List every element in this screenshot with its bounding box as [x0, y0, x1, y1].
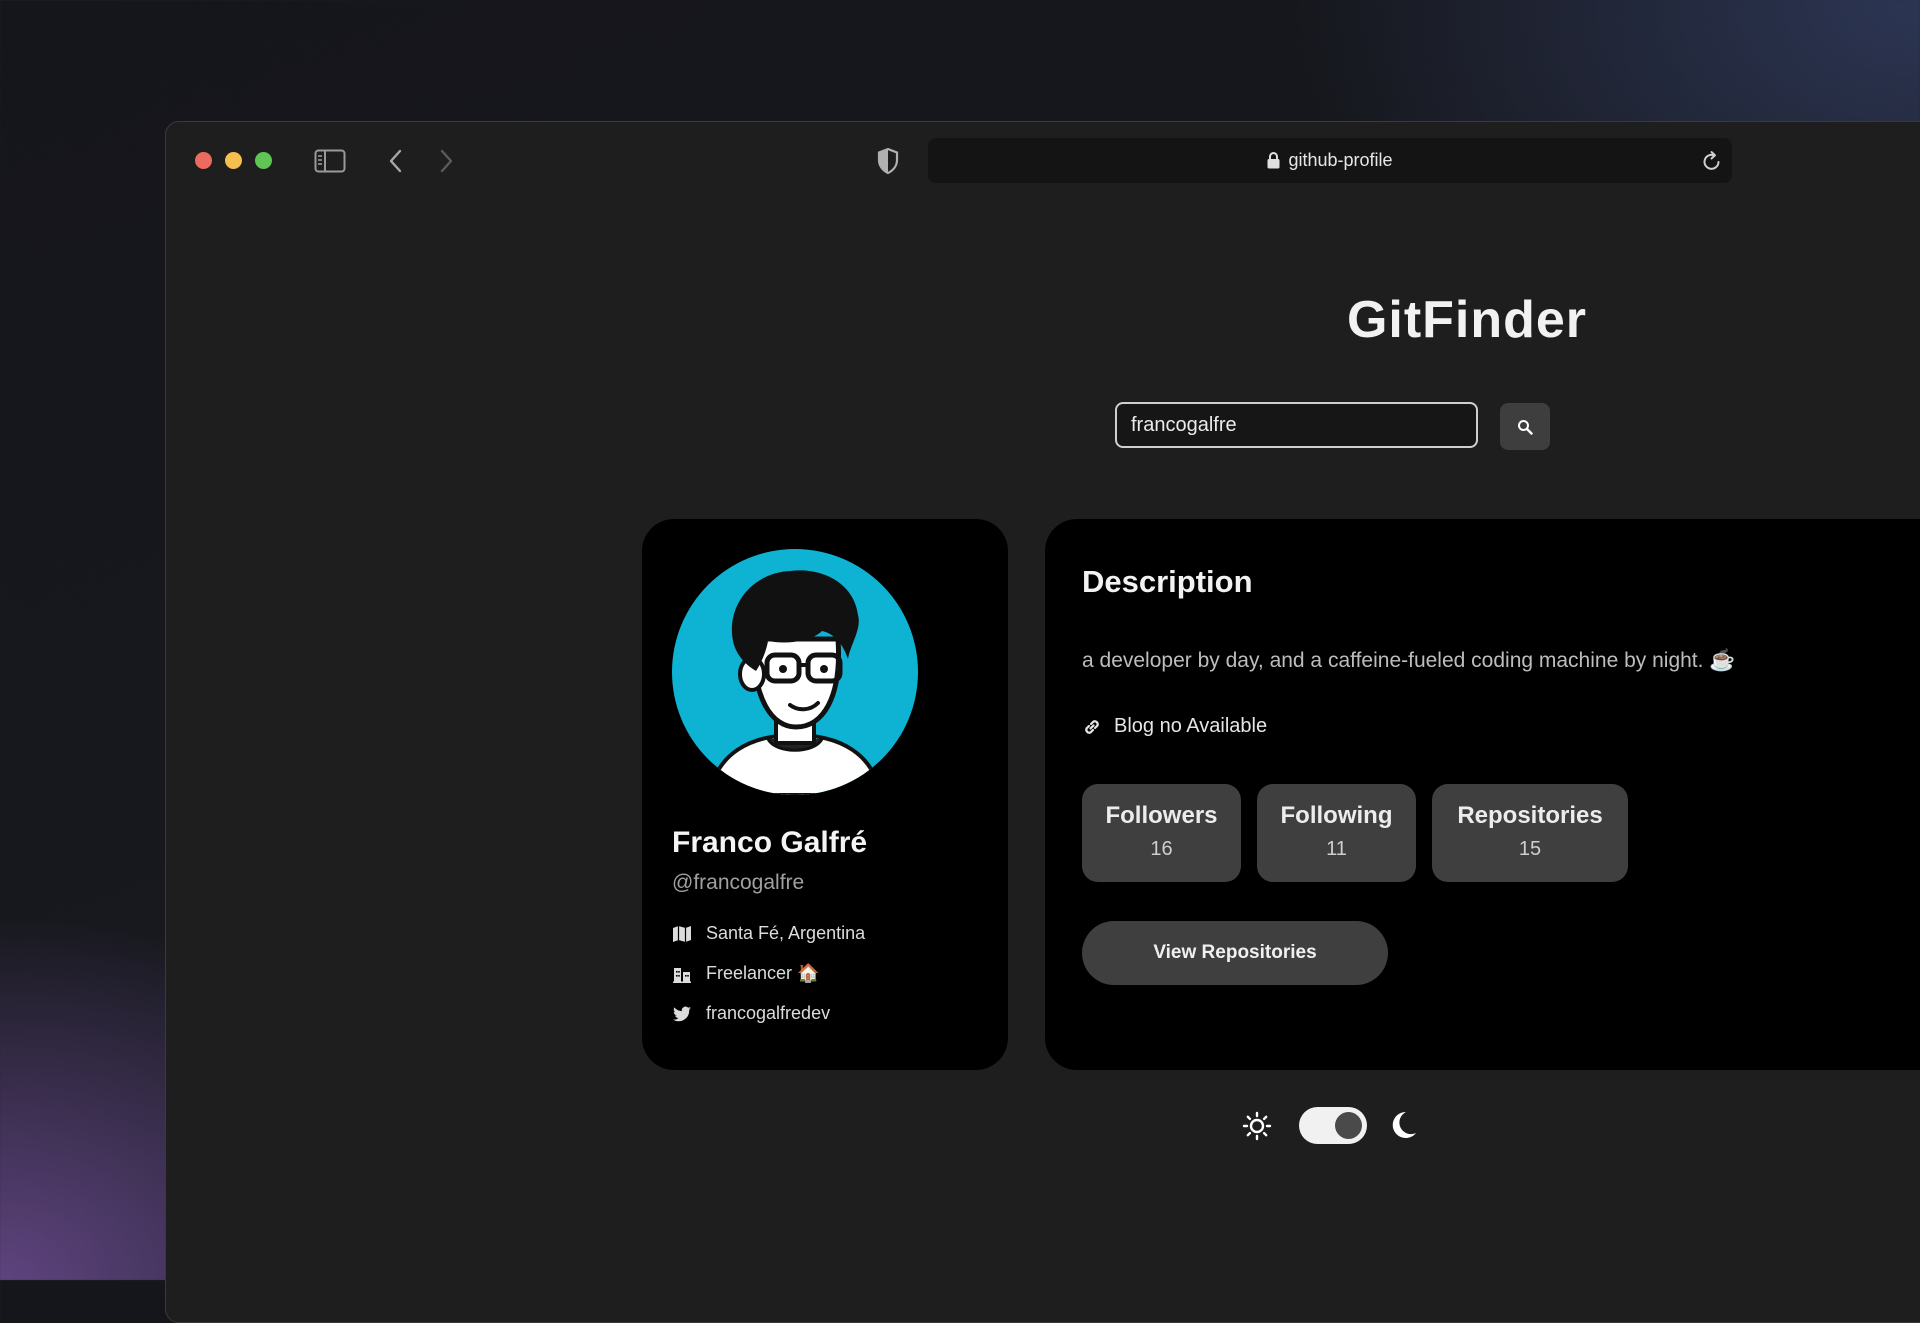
avatar — [672, 549, 918, 795]
lock-icon — [1267, 152, 1280, 169]
repositories-count: 15 — [1518, 838, 1542, 860]
theme-toggle-switch[interactable] — [1299, 1107, 1367, 1144]
location-text: Santa Fé, Argentina — [706, 923, 866, 943]
repositories-stat: Repositories 15 — [1432, 784, 1628, 882]
repositories-label: Repositories — [1457, 802, 1603, 829]
twitter-text[interactable]: francogalfredev — [706, 1003, 830, 1024]
details-card: Description a developer by day, and a ca… — [1045, 519, 1920, 1070]
twitter-icon — [673, 1006, 691, 1021]
browser-window: github-profile GitFinder francogalfre Fr… — [165, 121, 1920, 1323]
following-count: 11 — [1326, 838, 1347, 860]
sidebar-toggle-icon[interactable] — [314, 149, 346, 173]
followers-label: Followers — [1105, 802, 1218, 829]
moon-icon[interactable] — [1388, 1109, 1418, 1141]
reload-icon[interactable] — [1702, 150, 1722, 172]
bio-text: a developer by day, and a caffeine-fuele… — [1082, 649, 1736, 672]
profile-card: Franco Galfré @francogalfre Santa Fé, Ar… — [642, 519, 1008, 1070]
following-stat: Following 11 — [1257, 784, 1416, 882]
toggle-knob — [1335, 1112, 1362, 1139]
privacy-shield-icon[interactable] — [876, 147, 900, 175]
maximize-window-button[interactable] — [255, 152, 272, 169]
minimize-window-button[interactable] — [225, 152, 242, 169]
link-icon — [1085, 719, 1099, 734]
blog-row: Blog no Available — [1082, 715, 1267, 738]
url-text: github-profile — [1288, 150, 1393, 170]
followers-count: 16 — [1150, 838, 1173, 860]
view-repositories-button[interactable]: View Repositories — [1082, 921, 1388, 985]
company-row: Freelancer 🏠 — [672, 963, 819, 984]
description-heading: Description — [1082, 564, 1253, 599]
following-label: Following — [1280, 802, 1393, 829]
company-text: Freelancer 🏠 — [706, 963, 820, 983]
profile-name: Franco Galfré — [672, 826, 868, 859]
twitter-row[interactable]: francogalfredev — [672, 1003, 830, 1024]
back-icon[interactable] — [386, 148, 406, 174]
address-bar[interactable]: github-profile — [928, 138, 1732, 183]
blog-text: Blog no Available — [1114, 715, 1268, 737]
profile-handle: @francogalfre — [672, 871, 805, 894]
sun-icon[interactable] — [1242, 1111, 1272, 1141]
app-title: GitFinder — [1346, 291, 1588, 349]
followers-stat: Followers 16 — [1082, 784, 1241, 882]
username-search-input[interactable] — [1115, 402, 1478, 448]
forward-icon[interactable] — [436, 148, 456, 174]
building-icon — [673, 967, 691, 983]
map-icon — [673, 925, 691, 942]
search-button[interactable] — [1500, 403, 1550, 450]
search-icon — [1518, 419, 1533, 435]
close-window-button[interactable] — [195, 152, 212, 169]
location-row: Santa Fé, Argentina — [672, 923, 865, 944]
